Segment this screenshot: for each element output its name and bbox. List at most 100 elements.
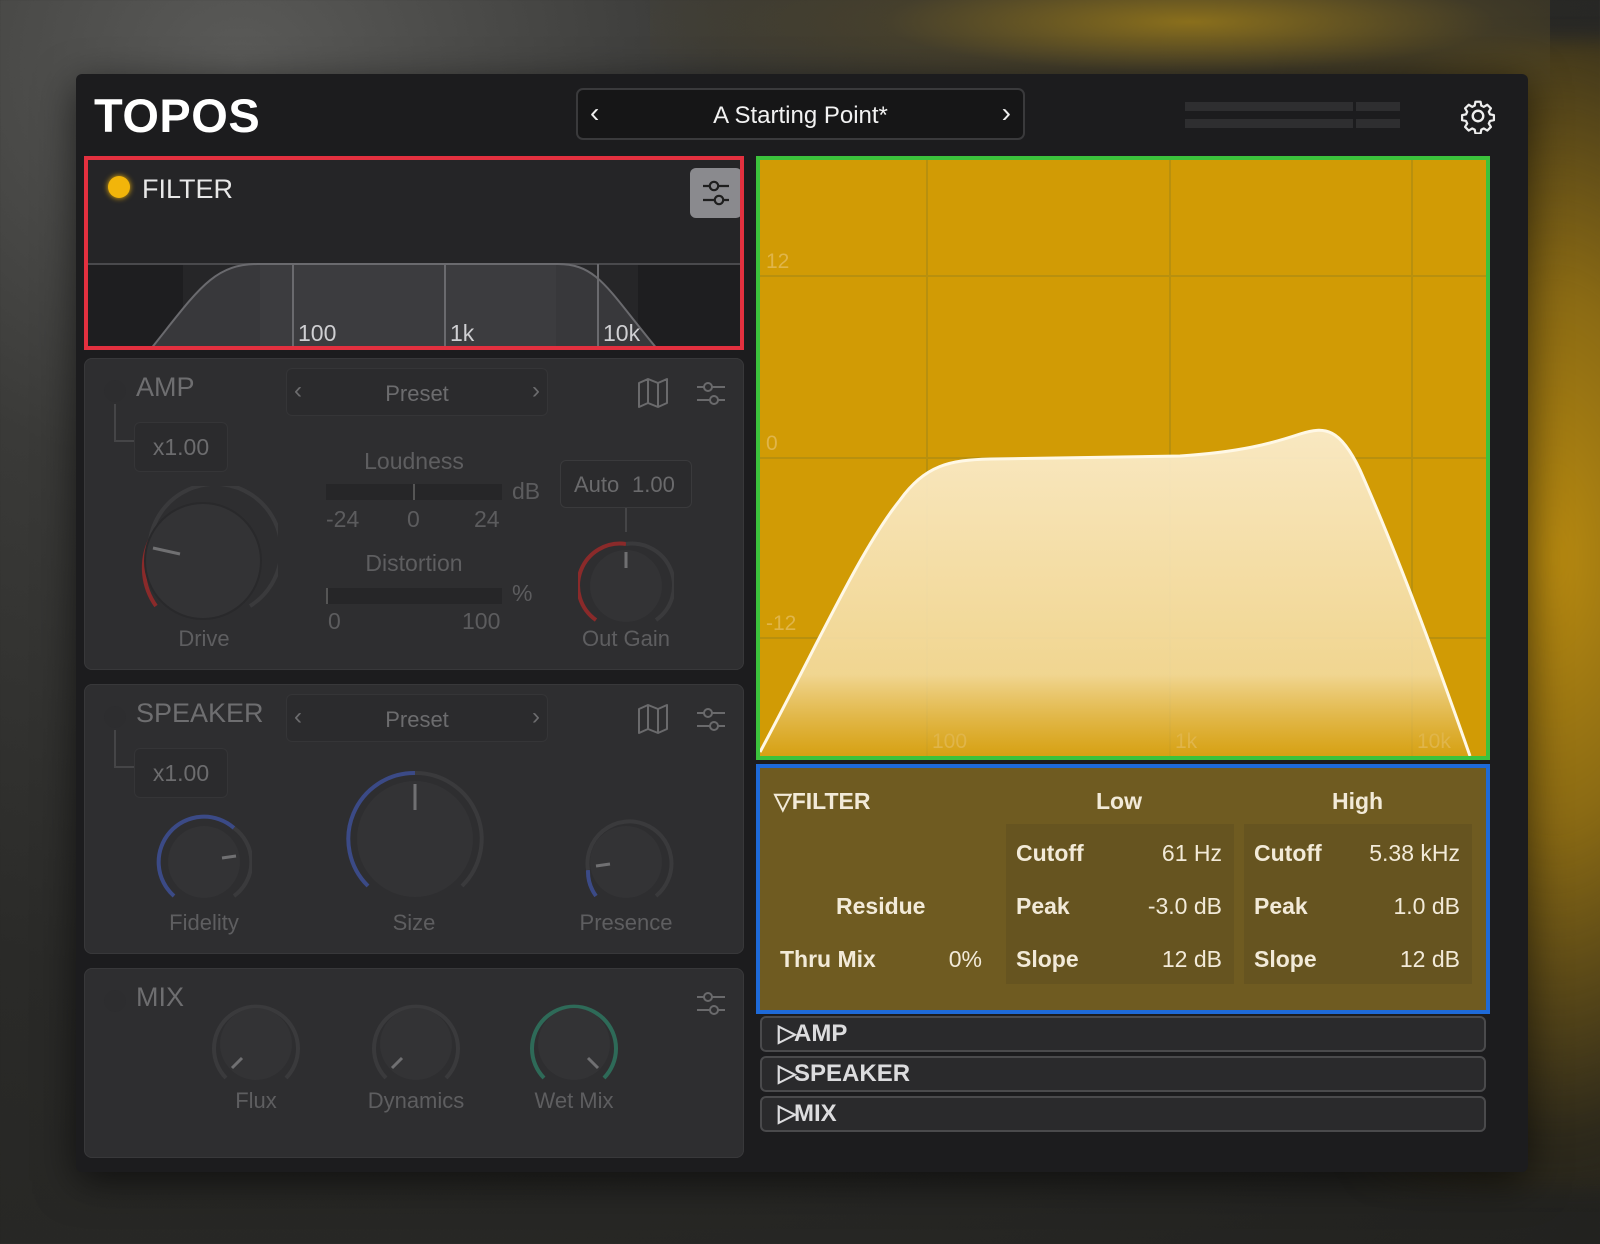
mix-section-label: MIX — [794, 1100, 837, 1127]
speaker-preset-name[interactable]: Preset — [286, 707, 548, 733]
graph-y-0: 0 — [766, 432, 778, 455]
low-peak-value[interactable]: -3.0 dB — [1136, 893, 1222, 920]
graph-x-10k: 10k — [1417, 730, 1451, 753]
filter-response-graph[interactable]: 12 0 -12 100 1k 10k — [756, 156, 1490, 760]
mix-module: MIX Flux Dynamics Wet Mix — [84, 968, 744, 1158]
flux-label: Flux — [235, 1088, 277, 1113]
speaker-preset-next-icon[interactable]: › — [532, 703, 540, 731]
wet-mix-knob[interactable] — [526, 996, 622, 1092]
high-cutoff-label: Cutoff — [1254, 840, 1322, 866]
speaker-title: SPEAKER — [136, 698, 264, 728]
loudness-label: Loudness — [364, 448, 464, 474]
out-gain-label: Out Gain — [581, 626, 671, 651]
low-slope-label: Slope — [1016, 946, 1079, 972]
response-curve — [760, 160, 1486, 756]
fidelity-knob[interactable] — [156, 814, 252, 910]
settings-gear-icon[interactable] — [1460, 98, 1496, 134]
speaker-section-label: SPEAKER — [794, 1060, 911, 1087]
speaker-power-led[interactable] — [104, 706, 126, 728]
loudness-slider[interactable] — [326, 484, 502, 500]
distortion-unit: % — [512, 580, 533, 606]
mix-title: MIX — [136, 982, 185, 1012]
high-slope-value[interactable]: 12 dB — [1360, 946, 1460, 973]
amp-module: AMP ‹ Preset › x1.00 Drive Loudness dB -… — [84, 358, 744, 670]
wet-mix-label: Wet Mix — [534, 1088, 614, 1113]
amp-preset-selector[interactable]: ‹ Preset › — [286, 368, 548, 416]
dynamics-label: Dynamics — [367, 1088, 465, 1113]
speaker-sliders-icon[interactable] — [694, 702, 728, 736]
amp-link-line — [114, 404, 134, 442]
presence-knob[interactable] — [578, 814, 674, 910]
auto-link-line — [625, 508, 627, 532]
amp-preset-name[interactable]: Preset — [286, 381, 548, 407]
filter-freq-10k: 10k — [603, 320, 641, 346]
low-cutoff-label: Cutoff — [1016, 840, 1084, 866]
size-knob[interactable] — [340, 764, 490, 914]
speaker-map-icon[interactable] — [636, 702, 670, 736]
details-title: FILTER — [791, 788, 871, 814]
high-cutoff-value[interactable]: 5.38 kHz — [1350, 840, 1460, 867]
distortion-max: 100 — [462, 608, 501, 634]
loudness-mid: 0 — [407, 506, 420, 532]
loudness-max: 24 — [474, 506, 500, 532]
dynamics-knob[interactable] — [368, 996, 464, 1092]
auto-value: 1.00 — [632, 472, 675, 497]
filter-details-panel: ▽FILTER Low High Cutoff 61 Hz Peak -3.0 … — [756, 764, 1490, 1014]
low-peak-label: Peak — [1016, 893, 1070, 919]
amp-section-toggle[interactable]: ▷ AMP — [760, 1016, 1486, 1052]
auto-label: Auto — [574, 472, 620, 497]
speaker-section-toggle[interactable]: ▷ SPEAKER — [760, 1056, 1486, 1092]
drive-knob[interactable] — [128, 486, 278, 636]
amp-sliders-icon[interactable] — [694, 376, 728, 410]
amp-multiplier[interactable]: x1.00 — [134, 422, 228, 472]
low-header: Low — [1096, 788, 1142, 814]
preset-selector[interactable]: ‹ A Starting Point* › — [576, 88, 1025, 140]
graph-x-1k: 1k — [1175, 730, 1198, 753]
speaker-preset-selector[interactable]: ‹ Preset › — [286, 694, 548, 742]
graph-y-12: 12 — [766, 250, 790, 273]
app-title: TOPOS — [94, 89, 261, 142]
presence-label: Presence — [579, 910, 673, 935]
mix-section-toggle[interactable]: ▷ MIX — [760, 1096, 1486, 1132]
preset-next-icon[interactable]: › — [1002, 97, 1011, 129]
drive-label: Drive — [178, 626, 230, 651]
residue-label: Residue — [836, 893, 926, 919]
size-label: Size — [392, 910, 436, 935]
plugin-window: TOPOS ‹ A Starting Point* › FILTER 100 1… — [76, 74, 1528, 1172]
amp-section-label: AMP — [794, 1020, 848, 1047]
flux-knob[interactable] — [208, 996, 304, 1092]
thru-mix-value[interactable]: 0% — [910, 946, 982, 973]
high-peak-value[interactable]: 1.0 dB — [1360, 893, 1461, 920]
distortion-min: 0 — [328, 608, 341, 634]
amp-title: AMP — [136, 372, 195, 402]
auto-gain-button[interactable]: Auto 1.00 — [560, 460, 692, 508]
speaker-multiplier[interactable]: x1.00 — [134, 748, 228, 798]
high-slope-label: Slope — [1254, 946, 1317, 972]
high-peak-label: Peak — [1254, 893, 1308, 919]
speaker-module: SPEAKER ‹ Preset › x1.00 Fidelity Size P… — [84, 684, 744, 954]
fidelity-label: Fidelity — [169, 910, 239, 935]
amp-power-led[interactable] — [104, 380, 126, 402]
filter-freq-1k: 1k — [450, 320, 475, 346]
graph-x-100: 100 — [932, 730, 968, 753]
preset-name[interactable]: A Starting Point* — [578, 102, 1023, 130]
thru-mix-label: Thru Mix — [780, 946, 876, 972]
mix-sliders-icon[interactable] — [694, 986, 728, 1020]
distortion-slider[interactable] — [326, 588, 502, 604]
filter-module: FILTER 100 1k 10k — [84, 156, 744, 350]
low-slope-value[interactable]: 12 dB — [1136, 946, 1222, 973]
high-header: High — [1332, 788, 1384, 814]
mix-power-led[interactable] — [104, 990, 126, 1012]
out-gain-knob[interactable] — [578, 538, 674, 634]
details-collapse-toggle[interactable]: ▽FILTER — [774, 788, 871, 815]
distortion-label: Distortion — [365, 550, 463, 576]
low-cutoff-value[interactable]: 61 Hz — [1146, 840, 1222, 867]
filter-freq-100: 100 — [298, 320, 337, 346]
amp-preset-next-icon[interactable]: › — [532, 377, 540, 405]
loudness-min: -24 — [326, 506, 360, 532]
amp-map-icon[interactable] — [636, 376, 670, 410]
graph-y-minus12: -12 — [766, 612, 797, 635]
filter-mini-graph — [88, 263, 740, 346]
loudness-unit: dB — [512, 478, 541, 504]
speaker-link-line — [114, 730, 134, 768]
